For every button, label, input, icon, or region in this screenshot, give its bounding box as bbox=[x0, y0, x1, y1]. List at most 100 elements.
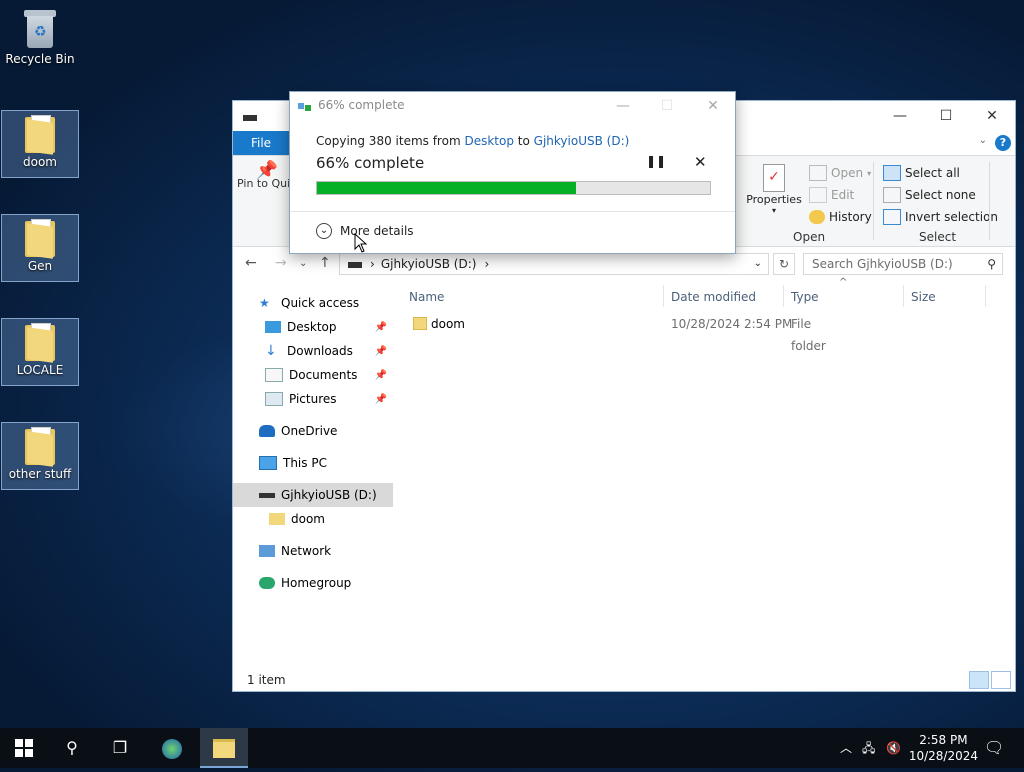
start-button[interactable] bbox=[0, 728, 48, 768]
history-button[interactable]: History bbox=[809, 206, 872, 228]
pin-icon[interactable]: 📌 bbox=[375, 394, 387, 405]
close-button[interactable]: ✕ bbox=[690, 92, 736, 120]
recent-locations-icon[interactable]: ⌄ bbox=[299, 258, 307, 269]
nav-item-documents[interactable]: Documents 📌 bbox=[233, 363, 393, 387]
nav-item-desktop[interactable]: Desktop 📌 bbox=[233, 315, 393, 339]
pin-icon[interactable]: 📌 bbox=[375, 370, 387, 381]
nav-item-homegroup[interactable]: Homegroup bbox=[233, 571, 393, 595]
minimize-button[interactable]: — bbox=[877, 101, 923, 131]
computer-icon bbox=[259, 456, 277, 470]
properties-button[interactable]: ✓ Properties ▾ bbox=[745, 164, 803, 215]
download-icon: ↓ bbox=[265, 343, 277, 359]
history-label: History bbox=[829, 210, 872, 224]
destination-link[interactable]: GjhkyioUSB (D:) bbox=[534, 134, 630, 148]
chevron-down-icon: ⌄ bbox=[316, 223, 332, 239]
nav-item-onedrive[interactable]: OneDrive bbox=[233, 419, 393, 443]
task-view-button[interactable]: ❐ bbox=[96, 728, 144, 768]
nav-label: Network bbox=[281, 544, 332, 558]
folder-icon bbox=[25, 219, 55, 259]
select-all-icon bbox=[883, 165, 901, 181]
nav-item-this-pc[interactable]: This PC bbox=[233, 451, 393, 475]
address-bar[interactable]: › GjhkyioUSB (D:) › ⌄ bbox=[339, 253, 769, 275]
internet-explorer-button[interactable] bbox=[148, 728, 196, 768]
refresh-icon[interactable]: ↻ bbox=[773, 253, 795, 275]
chevron-down-icon[interactable]: ⌄ bbox=[979, 135, 987, 146]
help-icon[interactable]: ? bbox=[995, 135, 1011, 151]
folder-icon bbox=[25, 323, 55, 363]
file-explorer-taskbar-button[interactable] bbox=[200, 728, 248, 768]
copy-prefix: Copying 380 items from bbox=[316, 134, 461, 148]
select-all-label: Select all bbox=[905, 166, 960, 180]
progress-percent-text: 66% complete bbox=[316, 154, 425, 172]
large-icons-view-icon[interactable] bbox=[991, 671, 1011, 689]
nav-label: Downloads bbox=[287, 344, 353, 358]
cancel-copy-button[interactable]: ✕ bbox=[694, 153, 707, 171]
column-size[interactable]: Size bbox=[911, 285, 936, 309]
desktop-icon-label: LOCALE bbox=[16, 363, 64, 377]
pin-to-quick-access-button[interactable]: 📌 Pin to Quick access bbox=[237, 162, 297, 191]
nav-item-quick-access[interactable]: ★ Quick access bbox=[233, 291, 393, 315]
desktop-icon-other-stuff[interactable]: other stuff bbox=[1, 422, 79, 490]
edit-button[interactable]: Edit bbox=[809, 184, 872, 206]
drive-icon bbox=[243, 115, 257, 121]
forward-arrow-icon[interactable]: → bbox=[275, 255, 287, 271]
details-view-icon[interactable] bbox=[969, 671, 989, 689]
column-date-modified[interactable]: Date modified bbox=[671, 285, 756, 309]
tab-file[interactable]: File bbox=[233, 131, 289, 155]
homegroup-icon bbox=[259, 577, 275, 589]
nav-item-usb-drive[interactable]: GjhkyioUSB (D:) bbox=[233, 483, 393, 507]
nav-item-network[interactable]: Network bbox=[233, 539, 393, 563]
drive-icon bbox=[348, 261, 362, 268]
pause-button[interactable]: ❚❚ bbox=[646, 154, 666, 168]
column-type[interactable]: Type bbox=[791, 285, 819, 309]
desktop-icon-recycle-bin[interactable]: ♻ Recycle Bin bbox=[2, 8, 78, 66]
network-icon bbox=[259, 545, 275, 557]
nav-label: doom bbox=[291, 512, 325, 526]
clock[interactable]: 2:58 PM 10/28/2024 bbox=[909, 732, 978, 764]
pin-icon[interactable]: 📌 bbox=[375, 322, 387, 333]
search-input[interactable]: Search GjhkyioUSB (D:) ⚲ bbox=[803, 253, 1003, 275]
minimize-button[interactable]: — bbox=[600, 92, 646, 120]
desktop-icon-locale[interactable]: LOCALE bbox=[1, 318, 79, 386]
taskbar: ⚲ ❐ ︿ 🖧 🔇 2:58 PM 10/28/2024 🗨 bbox=[0, 728, 1024, 768]
volume-muted-icon[interactable]: 🔇 bbox=[886, 728, 901, 768]
open-label: Open bbox=[831, 166, 864, 180]
star-icon: ★ bbox=[259, 296, 270, 310]
table-row[interactable]: doom 10/28/2024 2:54 PM File folder bbox=[409, 313, 829, 353]
recycle-bin-icon: ♻ bbox=[22, 8, 58, 50]
address-dropdown-icon[interactable]: ⌄ bbox=[754, 254, 762, 274]
notifications-icon[interactable]: 🗨 bbox=[984, 728, 1004, 768]
maximize-button[interactable]: ☐ bbox=[923, 101, 969, 131]
invert-selection-button[interactable]: Invert selection bbox=[883, 206, 998, 228]
mouse-cursor-icon bbox=[354, 233, 368, 253]
column-name[interactable]: Name bbox=[409, 285, 444, 309]
select-none-icon bbox=[883, 187, 901, 203]
network-status-icon[interactable]: 🖧 bbox=[862, 728, 875, 768]
select-none-button[interactable]: Select none bbox=[883, 184, 998, 206]
open-button[interactable]: Open ▾ bbox=[809, 162, 872, 184]
cloud-icon bbox=[259, 425, 275, 437]
globe-icon bbox=[162, 738, 182, 759]
close-button[interactable]: ✕ bbox=[969, 101, 1015, 131]
nav-item-doom[interactable]: doom bbox=[233, 507, 393, 531]
pin-icon[interactable]: 📌 bbox=[375, 346, 387, 357]
source-link[interactable]: Desktop bbox=[464, 134, 514, 148]
nav-label: This PC bbox=[283, 456, 327, 470]
search-button[interactable]: ⚲ bbox=[48, 728, 96, 768]
copy-description: Copying 380 items from Desktop to Gjhkyi… bbox=[316, 134, 629, 148]
back-arrow-icon[interactable]: ← bbox=[245, 255, 257, 271]
windows-logo-icon bbox=[15, 739, 33, 757]
nav-label: OneDrive bbox=[281, 424, 338, 438]
show-hidden-icons-icon[interactable]: ︿ bbox=[840, 728, 852, 768]
nav-item-pictures[interactable]: Pictures 📌 bbox=[233, 387, 393, 411]
desktop-icon-doom[interactable]: doom bbox=[1, 110, 79, 178]
search-placeholder: Search GjhkyioUSB (D:) bbox=[812, 257, 953, 271]
desktop-icon-gen[interactable]: Gen bbox=[1, 214, 79, 282]
dropdown-arrow-icon: ▾ bbox=[771, 206, 776, 215]
desktop-icon-label: Gen bbox=[27, 259, 53, 273]
row-name: doom bbox=[431, 317, 465, 331]
status-item-count: 1 item bbox=[247, 673, 286, 687]
up-arrow-icon[interactable]: ↑ bbox=[319, 255, 331, 271]
nav-item-downloads[interactable]: ↓ Downloads 📌 bbox=[233, 339, 393, 363]
select-all-button[interactable]: Select all bbox=[883, 162, 998, 184]
